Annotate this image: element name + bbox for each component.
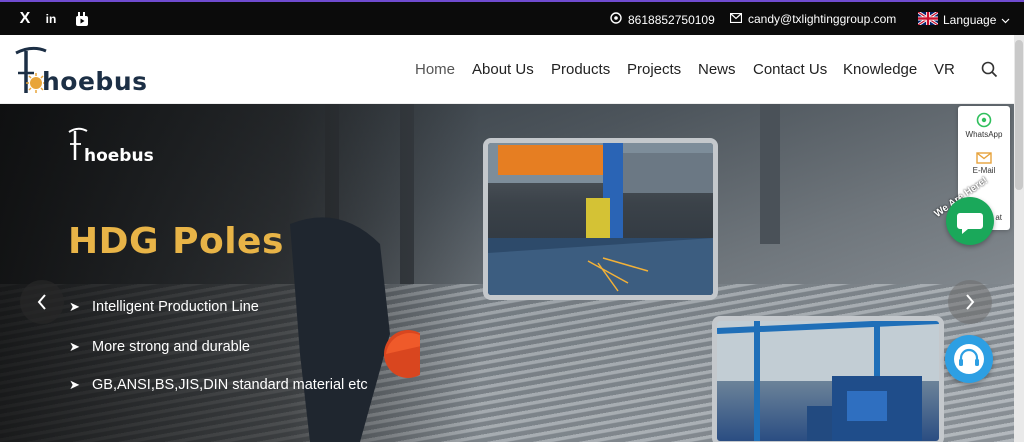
nav-home[interactable]: Home [415,61,455,78]
hero-slider: hoebus HDG Poles ➤ Intelligent Productio… [0,104,1014,442]
email-label: E-Mail [972,166,996,175]
chevron-down-icon [1001,13,1010,27]
hero-bullet: ➤ More strong and durable [69,339,250,355]
customer-support-button[interactable] [945,335,993,383]
scrollbar-thumb[interactable] [1015,40,1023,190]
email-float-button[interactable]: E-Mail [958,152,1010,175]
live-chat-button[interactable] [946,197,994,245]
hero-logo-wordmark: hoebus [84,146,154,166]
bullet-text: GB,ANSI,BS,JIS,DIN standard material etc [92,377,368,393]
nav-projects[interactable]: Projects [627,61,681,78]
top-bar: X in 8618852750109 candy@txlightinggroup… [0,0,1024,35]
nav-contact-us[interactable]: Contact Us [753,61,827,78]
chat-bubble-icon [957,213,983,234]
bullet-text: Intelligent Production Line [92,299,259,315]
youtube-icon[interactable] [74,11,90,27]
whatsapp-icon [610,12,622,27]
hero-title: HDG Poles [68,221,284,262]
mail-icon [729,12,743,26]
nav-vr[interactable]: VR [934,61,955,78]
nav-products[interactable]: Products [551,61,610,78]
headset-icon [954,344,984,374]
nav-about-us[interactable]: About Us [472,61,534,78]
worker-figure [290,217,420,442]
slider-next-button[interactable] [948,280,992,324]
factory-robot-photo [712,316,944,442]
language-selector[interactable]: Language [917,10,1010,28]
whatsapp-label: WhatsApp [965,130,1003,139]
phone-number: 8618852750109 [628,12,715,27]
whatsapp-icon [976,112,992,128]
email-contact[interactable]: candy@txlightinggroup.com [729,12,897,26]
mail-icon [976,152,992,164]
logo-wordmark: hoebus [42,67,148,96]
uk-flag-icon [917,10,939,28]
language-label: Language [943,13,997,27]
site-header: hoebus Home About Us Products Projects N… [0,35,1014,104]
laser-cutting-photo [483,138,718,300]
hero-bullet: ➤ GB,ANSI,BS,JIS,DIN standard material e… [69,377,368,393]
linkedin-icon[interactable]: in [43,11,59,27]
bullet-text: More strong and durable [92,339,250,355]
background-pillar [760,104,780,244]
nav-knowledge[interactable]: Knowledge [843,61,917,78]
arrow-bullet-icon: ➤ [69,377,80,392]
x-twitter-icon[interactable]: X [17,10,33,27]
arrow-bullet-icon: ➤ [69,339,80,354]
nav-news[interactable]: News [698,61,736,78]
arrow-bullet-icon: ➤ [69,299,80,314]
phone-contact[interactable]: 8618852750109 [610,12,715,27]
whatsapp-float-button[interactable]: WhatsApp [958,112,1010,139]
email-address: candy@txlightinggroup.com [748,12,897,26]
hero-bullet: ➤ Intelligent Production Line [69,299,259,315]
slider-prev-button[interactable] [20,280,64,324]
search-icon[interactable] [981,61,998,78]
phoebus-logo[interactable]: hoebus [12,43,147,98]
